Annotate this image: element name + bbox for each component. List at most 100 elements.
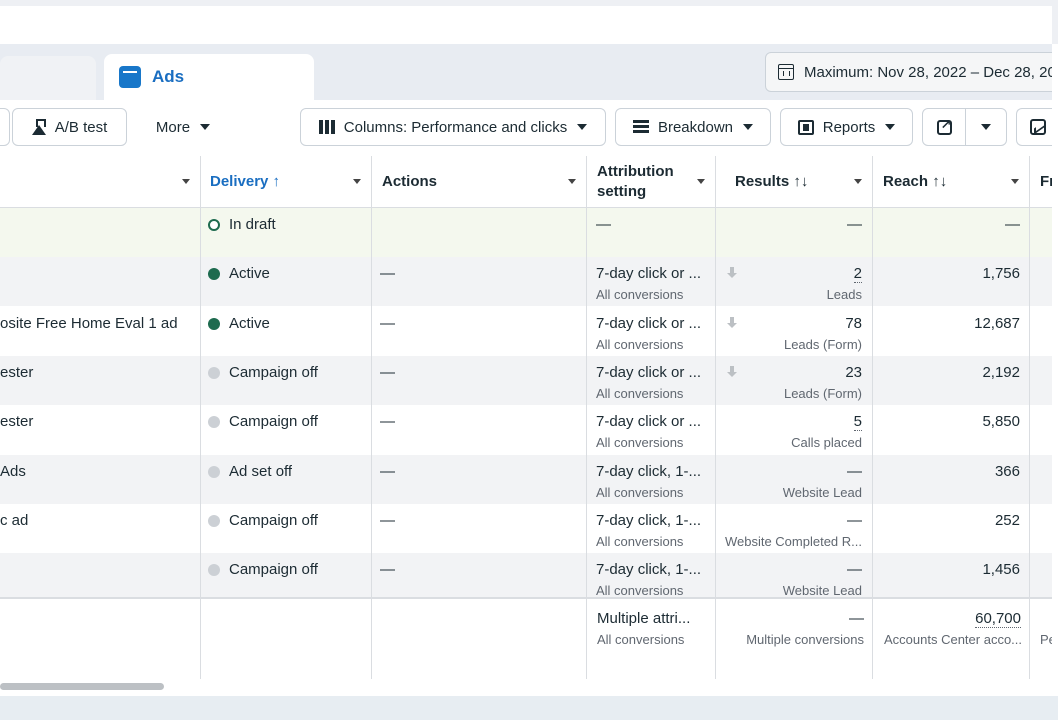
- table-row[interactable]: Active — 7-day click or ... All conversions…: [0, 257, 1052, 307]
- status-dot-icon: [208, 219, 220, 231]
- ab-test-button[interactable]: A/B test: [12, 108, 127, 146]
- chart-icon: [1029, 119, 1046, 135]
- total-attribution: Multiple attri...: [597, 610, 691, 627]
- download-icon[interactable]: [727, 365, 737, 378]
- row-reach: —: [1005, 216, 1020, 233]
- row-actions: —: [380, 314, 395, 332]
- table-row[interactable]: In draft — — —: [0, 208, 1052, 257]
- row-delivery: Active: [229, 265, 270, 283]
- toolbar-partial-button[interactable]: [0, 108, 10, 146]
- row-results-sub: Website Lead: [782, 484, 862, 500]
- row-attribution: 7-day click or ...: [596, 363, 702, 381]
- header-delivery[interactable]: Delivery ↑: [200, 156, 371, 208]
- total-reach-sub: Accounts Center acco...: [884, 632, 1023, 647]
- chevron-down-icon: [577, 124, 588, 130]
- row-attribution: 7-day click or ...: [596, 413, 702, 431]
- status-dot-icon: [208, 416, 220, 429]
- column-divider: [200, 156, 201, 679]
- horizontal-scrollbar[interactable]: [0, 683, 164, 690]
- header-attribution-line2: setting: [597, 182, 647, 200]
- chevron-down-icon[interactable]: [854, 179, 862, 184]
- row-results-sub: Leads: [826, 287, 862, 303]
- header-results[interactable]: Results ↑↓: [715, 156, 872, 208]
- toolbar: A/B test More Columns: Performance and c…: [0, 100, 1058, 156]
- table-row[interactable]: ester Campaign off — 7-day click or ... All …: [0, 355, 1052, 405]
- download-icon[interactable]: [727, 316, 737, 329]
- row-name[interactable]: Ads: [0, 463, 196, 480]
- row-reach: 1,756: [982, 265, 1020, 283]
- ab-test-label: A/B test: [54, 118, 108, 136]
- total-results-sub: Multiple conversions: [746, 632, 864, 647]
- top-bar: [0, 6, 1052, 44]
- tab-ads-label: Ads: [152, 67, 185, 86]
- total-reach[interactable]: 60,700: [975, 610, 1021, 628]
- tab-ads[interactable]: Ads: [104, 54, 314, 100]
- chevron-down-icon[interactable]: [697, 179, 705, 184]
- reports-label: Reports: [822, 118, 876, 136]
- table-row[interactable]: Ads Ad set off — 7-day click, 1-... All conv…: [0, 454, 1052, 504]
- row-reach: 2,192: [982, 363, 1020, 381]
- row-delivery: Campaign off: [229, 561, 318, 579]
- export-icon: [936, 117, 952, 135]
- columns-label: Columns: Performance and clicks: [343, 118, 568, 136]
- more-button[interactable]: More: [140, 108, 226, 146]
- breakdown-icon: [632, 120, 649, 134]
- row-results-sub: Website Lead: [782, 583, 862, 599]
- header-name[interactable]: [0, 156, 200, 208]
- calendar-icon: [778, 64, 794, 80]
- table-row[interactable]: Campaign off — 7-day click, 1-... All conve…: [0, 553, 1052, 603]
- tab-previous[interactable]: [0, 56, 96, 102]
- row-results: —: [847, 561, 862, 579]
- header-attribution[interactable]: Attribution setting: [586, 156, 715, 208]
- row-results[interactable]: 5: [853, 413, 862, 432]
- status-dot-icon: [208, 564, 220, 577]
- header-actions[interactable]: Actions: [371, 156, 586, 208]
- table-row[interactable]: osite Free Home Eval 1 ad Active — 7-day cl…: [0, 307, 1052, 356]
- column-divider: [872, 156, 873, 679]
- chevron-down-icon[interactable]: [353, 179, 361, 184]
- breakdown-label: Breakdown: [657, 118, 734, 136]
- row-reach: 12,687: [974, 314, 1020, 332]
- row-name[interactable]: c ad: [0, 512, 196, 529]
- row-results[interactable]: 2: [853, 265, 862, 284]
- row-attribution-sub: All conversions: [596, 484, 684, 500]
- row-attribution: 7-day click, 1-...: [596, 561, 702, 579]
- row-actions: —: [380, 511, 395, 529]
- header-delivery-label: Delivery ↑: [210, 173, 281, 190]
- export-button[interactable]: [922, 108, 966, 146]
- status-dot-icon: [208, 317, 220, 330]
- row-results: —: [847, 216, 862, 233]
- download-icon[interactable]: [727, 267, 737, 279]
- header-next[interactable]: Fr: [1029, 156, 1052, 208]
- reports-button[interactable]: Reports: [780, 108, 913, 146]
- date-range-button[interactable]: Maximum: Nov 28, 2022 – Dec 28, 20: [765, 52, 1058, 92]
- columns-button[interactable]: Columns: Performance and clicks: [300, 108, 606, 146]
- breakdown-button[interactable]: Breakdown: [615, 108, 771, 146]
- chevron-down-icon[interactable]: [182, 179, 190, 184]
- columns-icon: [318, 120, 335, 134]
- row-name[interactable]: osite Free Home Eval 1 ad: [0, 315, 196, 332]
- header-reach[interactable]: Reach ↑↓: [872, 156, 1029, 208]
- status-dot-icon: [208, 366, 220, 379]
- total-next-sub: Pe: [1040, 632, 1052, 647]
- row-actions: —: [380, 363, 395, 381]
- table-row[interactable]: ester Campaign off — 7-day click or ... All …: [0, 405, 1052, 454]
- row-delivery: Active: [229, 314, 270, 332]
- row-name[interactable]: ester: [0, 364, 196, 381]
- row-results-sub: Calls placed: [791, 435, 862, 451]
- row-results: 78: [845, 314, 862, 332]
- ads-icon: [119, 66, 141, 88]
- row-results-sub: Leads (Form): [783, 336, 862, 352]
- export-menu-button[interactable]: [965, 108, 1007, 146]
- chevron-down-icon[interactable]: [1011, 179, 1019, 184]
- column-divider: [715, 156, 716, 679]
- date-range-label: Maximum: Nov 28, 2022 – Dec 28, 20: [804, 63, 1056, 81]
- row-actions: —: [380, 462, 395, 480]
- row-actions: —: [380, 413, 395, 431]
- right-edge: [1052, 44, 1058, 720]
- row-results: —: [847, 462, 862, 480]
- chevron-down-icon[interactable]: [568, 179, 576, 184]
- row-name[interactable]: ester: [0, 413, 196, 430]
- table-row[interactable]: c ad Campaign off — 7-day click, 1-... All c…: [0, 504, 1052, 553]
- row-reach: 1,456: [982, 561, 1020, 579]
